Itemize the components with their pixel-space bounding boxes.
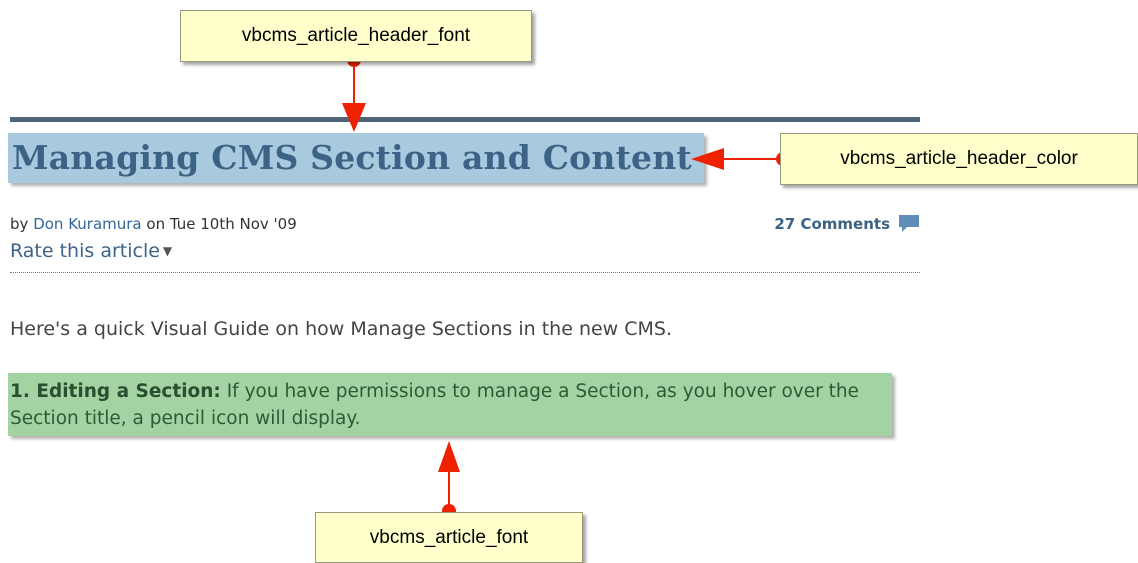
arrow-head-header-font <box>342 103 366 132</box>
callout-header-color: vbcms_article_header_color <box>780 133 1138 185</box>
callout-header-font: vbcms_article_header_font <box>180 10 532 62</box>
arrow-head-header-color <box>691 148 724 170</box>
arrow-head-article-font <box>438 441 460 472</box>
callout-article-font: vbcms_article_font <box>315 512 583 563</box>
annotation-arrows <box>342 53 790 518</box>
